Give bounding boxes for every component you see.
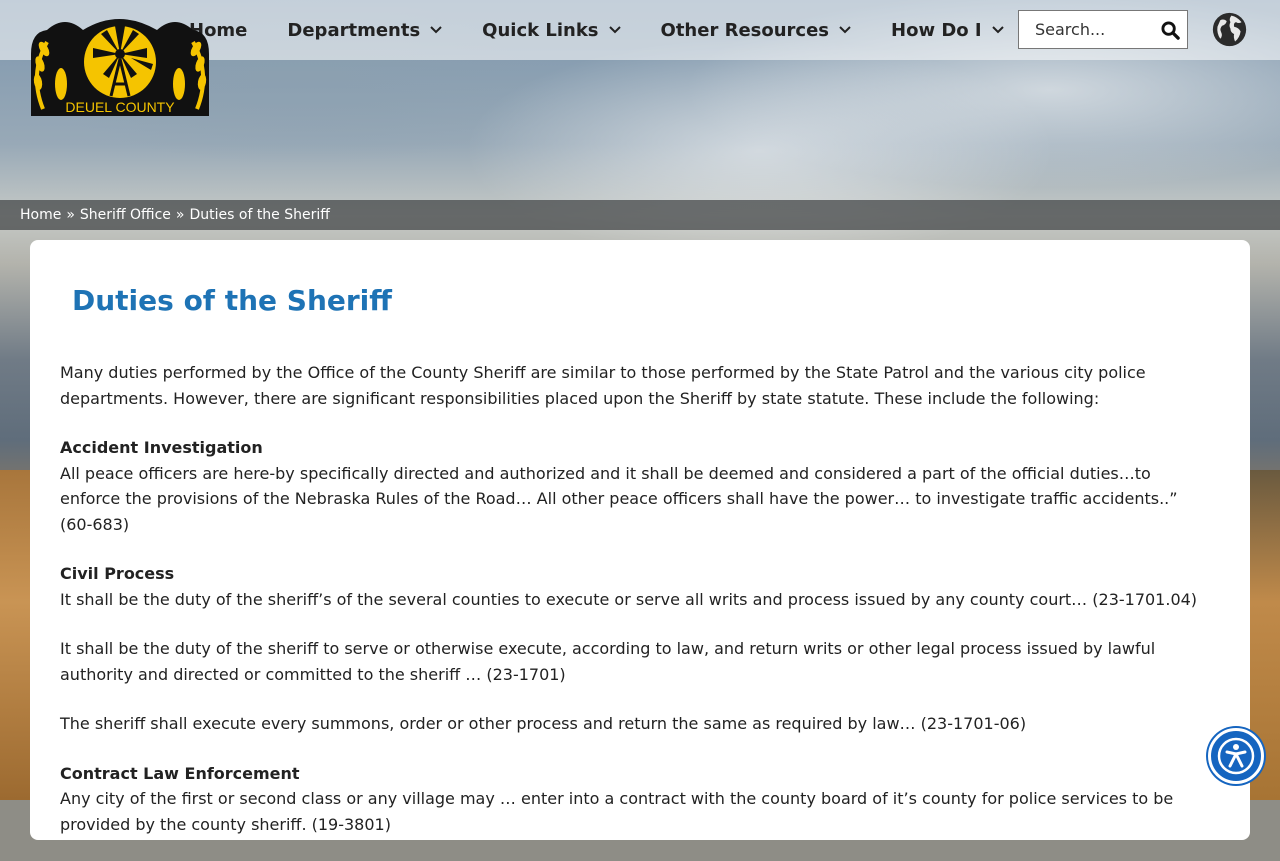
chevron-down-icon (608, 26, 621, 34)
intro-paragraph: Many duties performed by the Office of t… (60, 363, 1146, 408)
article-body: Many duties performed by the Office of t… (60, 360, 1210, 861)
nav-item-how-do-i[interactable]: How Do I (891, 20, 1004, 41)
content-card: Duties of the Sheriff Many duties perfor… (30, 240, 1250, 840)
breadcrumb-separator: » (66, 207, 75, 223)
accessibility-button[interactable] (1208, 728, 1264, 784)
nav-item-label: Other Resources (660, 19, 830, 41)
section-paragraph: It shall be the duty of the sheriff’s of… (60, 589, 1198, 609)
globe-icon[interactable] (1211, 11, 1248, 48)
section-contract-law-enforcement: Contract Law Enforcement Any city of the… (60, 761, 1210, 838)
county-logo[interactable]: DEUEL COUNTY (23, 14, 217, 117)
chevron-down-icon (839, 26, 851, 34)
nav-item-departments[interactable]: Departments (287, 20, 442, 41)
section-civil-process: Civil Process It shall be the duty of th… (60, 561, 1210, 612)
page-title: Duties of the Sheriff (72, 284, 392, 317)
section-paragraph: The sheriff shall execute every summons,… (60, 714, 1027, 733)
section-heading: Civil Process (60, 564, 175, 583)
breadcrumb-link-sheriff-office[interactable]: Sheriff Office (80, 207, 171, 223)
section-paragraph: Any city of the first or second class or… (60, 789, 1174, 834)
nav-item-other-resources[interactable]: Other Resources (661, 20, 852, 41)
accessibility-icon (1217, 737, 1255, 775)
breadcrumb-current: Duties of the Sheriff (189, 207, 330, 223)
section-paragraph: All peace officers are here-by specifica… (60, 463, 1178, 534)
breadcrumb: Home » Sheriff Office » Duties of the Sh… (0, 200, 1280, 230)
nav-item-label: Departments (287, 19, 421, 41)
nav-item-label: Quick Links (482, 19, 599, 41)
section-heading: Accident Investigation (60, 438, 263, 457)
breadcrumb-separator: » (175, 207, 185, 223)
search-box (1018, 10, 1188, 49)
section-accident-investigation: Accident Investigation All peace officer… (60, 435, 1210, 537)
logo-text: DEUEL COUNTY (65, 99, 175, 115)
nav-item-label: How Do I (891, 19, 982, 41)
chevron-down-icon (430, 26, 442, 34)
nav-item-quick-links[interactable]: Quick Links (482, 19, 621, 41)
section-paragraph: It shall be the duty of the sheriff to s… (60, 639, 1156, 684)
background-field (0, 470, 30, 800)
chevron-down-icon (991, 26, 1004, 34)
search-icon[interactable] (1161, 21, 1180, 40)
section-heading: Contract Law Enforcement (60, 763, 300, 783)
main-navigation: Home Departments Quick Links Other Resou… (189, 0, 1044, 60)
breadcrumb-link-home[interactable]: Home (20, 207, 61, 223)
search-input[interactable] (1019, 19, 1157, 40)
